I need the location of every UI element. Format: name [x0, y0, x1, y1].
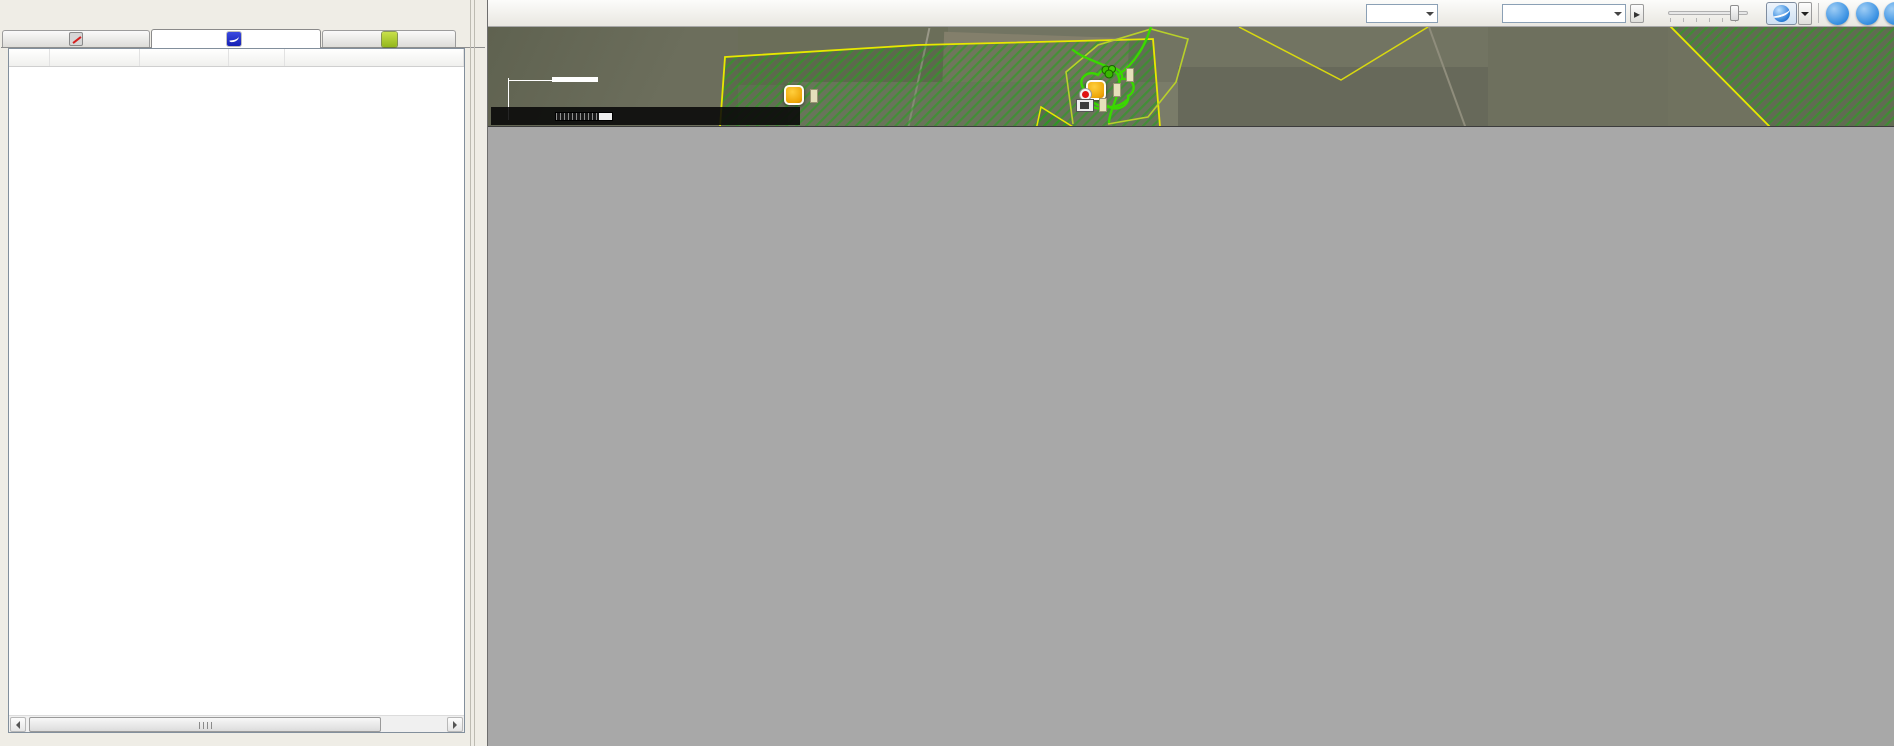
- scale-bar-segment: [552, 77, 598, 82]
- table-header: [9, 49, 464, 67]
- geozone-border-line: [1239, 27, 1428, 80]
- scroll-right-button[interactable]: [447, 717, 463, 732]
- base-combobox[interactable]: [1366, 4, 1438, 23]
- scrollbar-thumb[interactable]: [29, 717, 381, 732]
- gauge-icon: [69, 32, 83, 46]
- events-panel: [0, 0, 487, 746]
- google-earth-button[interactable]: [1766, 2, 1797, 25]
- map-toolbar: ▸: [488, 0, 1894, 27]
- chevron-down-icon: [1614, 12, 1622, 20]
- event-type-tab-bar: [1, 7, 485, 29]
- table-body: [9, 67, 464, 715]
- panel-splitter-line: [474, 0, 475, 746]
- view-tab-bar: [1, 29, 485, 48]
- speed-gauge: [555, 112, 613, 121]
- tab-tank-1[interactable]: [151, 29, 321, 48]
- column-header-id[interactable]: [9, 49, 50, 67]
- tab-one[interactable]: [322, 30, 456, 47]
- arrow-right-icon: [453, 721, 457, 729]
- refuel-events-table: [8, 48, 465, 733]
- column-header-end[interactable]: [140, 49, 230, 67]
- marker-label-terminal[interactable]: [1113, 83, 1121, 97]
- map-and-chart-panel: ▸: [487, 0, 1894, 746]
- zoom-slider-thumb[interactable]: [1730, 5, 1739, 21]
- office-icon[interactable]: [1076, 99, 1094, 112]
- geozone-right-polygon[interactable]: [1668, 27, 1894, 127]
- column-header-location[interactable]: [285, 49, 464, 67]
- address-combobox[interactable]: [1502, 4, 1626, 23]
- haystack-icon[interactable]: [1100, 64, 1118, 80]
- toolbar-separator: [1818, 3, 1819, 23]
- marker-label-senoval[interactable]: [1126, 68, 1134, 82]
- thumb-grip-icon: [199, 722, 212, 729]
- fuel-level-chart[interactable]: [488, 127, 1894, 746]
- geozone-label[interactable]: [810, 89, 818, 103]
- chevron-down-icon: [1801, 12, 1809, 20]
- column-header-volume[interactable]: [229, 49, 285, 67]
- panel-splitter[interactable]: [470, 0, 471, 746]
- track-status-bar: [491, 107, 800, 125]
- google-earth-dropdown[interactable]: [1798, 2, 1812, 25]
- horizontal-scrollbar[interactable]: [9, 715, 464, 732]
- geozone-c-icon[interactable]: [784, 85, 804, 105]
- scroll-left-button[interactable]: [10, 717, 26, 732]
- layers-button-1[interactable]: [1826, 2, 1849, 25]
- fuel-chart-icon: [227, 32, 241, 46]
- address-go-button[interactable]: ▸: [1630, 4, 1644, 23]
- satellite-map[interactable]: [488, 27, 1894, 127]
- marker-label-office[interactable]: [1099, 98, 1107, 112]
- number-1-icon: [382, 32, 397, 47]
- globe-icon: [1773, 5, 1790, 22]
- layers-button-2[interactable]: [1856, 2, 1879, 25]
- column-header-start[interactable]: [50, 49, 140, 67]
- layers-button-3[interactable]: [1884, 2, 1894, 25]
- arrow-left-icon: [16, 721, 20, 729]
- tab-gauge[interactable]: [2, 30, 150, 47]
- chevron-down-icon: [1426, 12, 1434, 20]
